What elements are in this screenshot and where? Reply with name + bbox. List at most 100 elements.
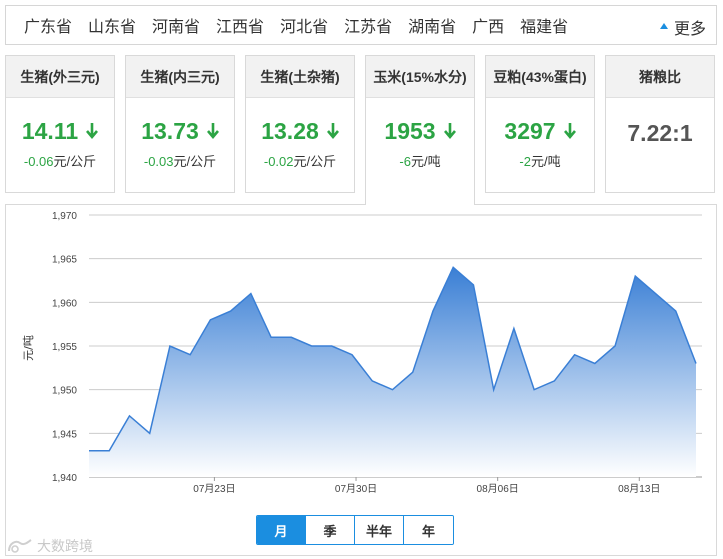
card-unit: 元/吨 xyxy=(530,154,561,169)
price-card-pig-grain-ratio[interactable]: 猪粮比 7.22:1 xyxy=(605,55,715,193)
card-change: -6 xyxy=(399,154,411,169)
y-tick-label: 1,965 xyxy=(52,255,77,266)
data-point[interactable] xyxy=(391,388,395,392)
data-point[interactable] xyxy=(188,353,192,357)
card-unit: 元/公斤 xyxy=(293,154,337,169)
card-value-row: 7.22:1 xyxy=(606,120,714,147)
watermark-text: 大数跨境 xyxy=(37,538,93,554)
price-card-pig-external[interactable]: 生猪(外三元) 14.11 -0.06元/公斤 xyxy=(5,55,115,193)
province-selector: 广东省 山东省 河南省 江西省 河北省 江苏省 湖南省 广西 福建省 更多 xyxy=(5,5,717,45)
data-point[interactable] xyxy=(593,361,597,365)
tab-quarter[interactable]: 季 xyxy=(306,516,355,544)
card-change-row: -2元/吨 xyxy=(486,151,594,170)
card-value: 1953 xyxy=(384,118,436,144)
data-point[interactable] xyxy=(471,283,475,287)
province-item-guangdong[interactable]: 广东省 xyxy=(24,13,72,37)
card-value-row: 13.73 xyxy=(126,118,234,145)
tab-half-year[interactable]: 半年 xyxy=(355,516,404,544)
y-tick-label: 1,940 xyxy=(52,473,77,484)
watermark-logo-icon xyxy=(8,539,32,553)
data-point[interactable] xyxy=(512,327,516,331)
card-value-row: 14.11 xyxy=(6,118,114,145)
data-point[interactable] xyxy=(168,344,172,348)
card-value-row: 1953 xyxy=(366,118,474,145)
caret-up-icon xyxy=(659,23,668,29)
y-tick-label: 1,960 xyxy=(52,298,77,309)
data-point[interactable] xyxy=(411,370,415,374)
province-item-jiangsu[interactable]: 江苏省 xyxy=(344,13,392,37)
card-title: 生猪(土杂猪) xyxy=(246,56,354,98)
data-point[interactable] xyxy=(229,309,233,313)
data-point[interactable] xyxy=(107,449,111,453)
data-point[interactable] xyxy=(249,292,253,296)
data-point[interactable] xyxy=(613,344,617,348)
y-axis-title: 元/吨 xyxy=(22,335,35,361)
card-change: -0.03 xyxy=(143,154,174,169)
price-area-chart: 1,940 1,945 1,950 1,955 1,960 1,965 1,970 07月2… xyxy=(22,211,702,495)
data-point[interactable] xyxy=(350,353,354,357)
province-item-jiangxi[interactable]: 江西省 xyxy=(216,13,264,37)
card-value: 14.11 xyxy=(21,118,79,144)
province-item-hunan[interactable]: 湖南省 xyxy=(408,13,456,37)
x-tick-label: 08月13日 xyxy=(618,483,660,495)
x-tick-label: 07月23日 xyxy=(193,483,235,495)
data-point[interactable] xyxy=(127,414,131,418)
price-card-pig-internal[interactable]: 生猪(内三元) 13.73 -0.03元/公斤 xyxy=(125,55,235,193)
card-title: 玉米(15%水分) xyxy=(366,56,474,98)
data-point[interactable] xyxy=(269,335,273,339)
card-value: 13.73 xyxy=(141,118,199,144)
data-point[interactable] xyxy=(310,344,314,348)
card-title: 猪粮比 xyxy=(606,56,714,98)
arrow-down-icon xyxy=(86,122,99,139)
price-card-soymeal[interactable]: 豆粕(43%蛋白) 3297 -2元/吨 xyxy=(485,55,595,193)
card-title: 豆粕(43%蛋白) xyxy=(486,56,594,98)
x-tick-label: 08月06日 xyxy=(477,483,519,495)
province-item-shandong[interactable]: 山东省 xyxy=(88,13,136,37)
card-change-row: -0.06元/公斤 xyxy=(6,151,114,170)
data-point[interactable] xyxy=(289,335,293,339)
data-point[interactable] xyxy=(674,309,678,313)
chart-panel: 1,940 1,945 1,950 1,955 1,960 1,965 1,970 07月2… xyxy=(5,204,717,556)
data-point[interactable] xyxy=(148,431,152,435)
arrow-down-icon xyxy=(206,122,219,139)
card-unit: 元/吨 xyxy=(410,154,441,169)
price-card-corn[interactable]: 玉米(15%水分) 1953 -6元/吨 xyxy=(365,55,475,205)
data-point[interactable] xyxy=(654,292,658,296)
tab-month[interactable]: 月 xyxy=(257,516,306,544)
province-list: 广东省 山东省 河南省 江西省 河北省 江苏省 湖南省 广西 福建省 xyxy=(24,13,584,37)
card-unit: 元/公斤 xyxy=(173,154,217,169)
province-item-guangxi[interactable]: 广西 xyxy=(472,13,504,37)
tab-year[interactable]: 年 xyxy=(404,516,453,544)
data-point[interactable] xyxy=(573,353,577,357)
card-value: 13.28 xyxy=(261,118,319,144)
province-item-fujian[interactable]: 福建省 xyxy=(520,13,568,37)
more-button[interactable]: 更多 xyxy=(659,15,706,39)
data-point[interactable] xyxy=(633,274,637,278)
price-card-pig-local[interactable]: 生猪(土杂猪) 13.28 -0.02元/公斤 xyxy=(245,55,355,193)
card-value-row: 3297 xyxy=(486,118,594,145)
card-value-row: 13.28 xyxy=(246,118,354,145)
card-change-row: -6元/吨 xyxy=(366,151,474,170)
data-point[interactable] xyxy=(431,309,435,313)
province-item-henan[interactable]: 河南省 xyxy=(152,13,200,37)
data-point[interactable] xyxy=(208,318,212,322)
data-point[interactable] xyxy=(451,265,455,269)
price-cards: 生猪(外三元) 14.11 -0.06元/公斤 生猪(内三元) 13.73 -0… xyxy=(5,55,717,205)
card-unit: 元/公斤 xyxy=(53,154,97,169)
y-tick-label: 1,955 xyxy=(52,342,77,353)
data-point[interactable] xyxy=(330,344,334,348)
arrow-down-icon xyxy=(563,122,576,139)
y-tick-label: 1,970 xyxy=(52,211,77,222)
data-point[interactable] xyxy=(370,379,374,383)
data-point[interactable] xyxy=(492,388,496,392)
card-title: 生猪(内三元) xyxy=(126,56,234,98)
data-point[interactable] xyxy=(532,388,536,392)
province-item-hebei[interactable]: 河北省 xyxy=(280,13,328,37)
card-value: 3297 xyxy=(504,118,556,144)
range-tabs: 月 季 半年 年 xyxy=(256,515,454,545)
data-point[interactable] xyxy=(87,449,91,453)
arrow-down-icon xyxy=(326,122,339,139)
watermark: 大数跨境 xyxy=(6,536,93,556)
data-point[interactable] xyxy=(552,379,556,383)
data-point[interactable] xyxy=(694,361,698,365)
